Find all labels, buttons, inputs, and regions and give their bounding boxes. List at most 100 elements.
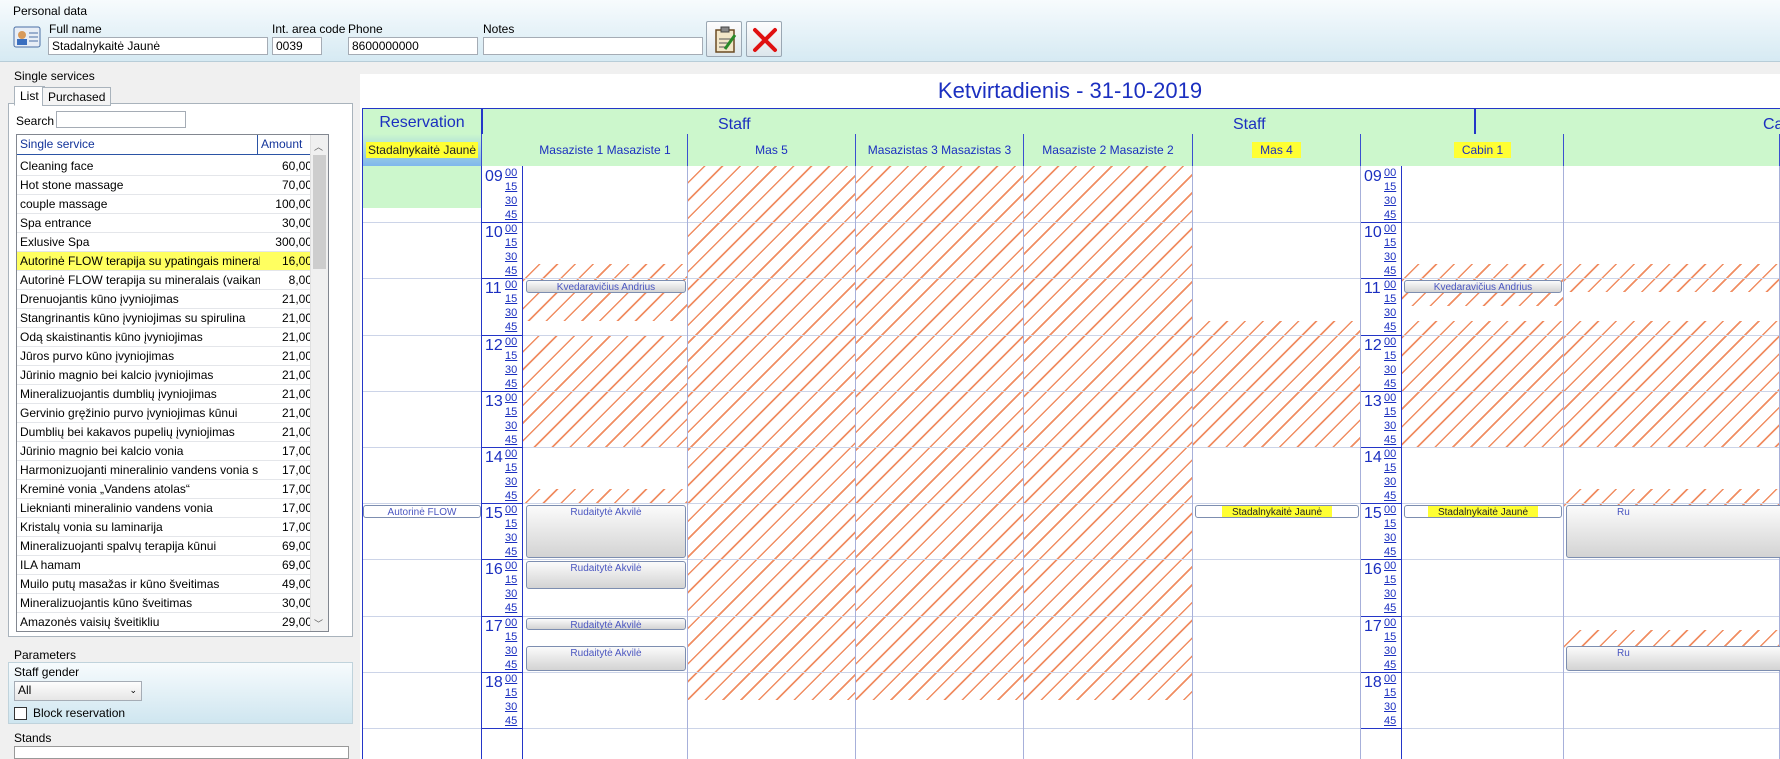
minute-link[interactable]: 15 bbox=[505, 686, 517, 701]
delete-button[interactable] bbox=[746, 21, 782, 57]
service-row[interactable]: couple massage 100,00 bbox=[17, 195, 328, 214]
column-staff-5-header[interactable]: Mas 4 bbox=[1193, 134, 1361, 166]
service-row[interactable]: Autorinė FLOW terapija su mineralais (va… bbox=[17, 271, 328, 290]
minute-link[interactable]: 15 bbox=[1384, 349, 1396, 364]
minute-link[interactable]: 45 bbox=[505, 433, 517, 448]
minute-link[interactable]: 30 bbox=[1384, 250, 1396, 265]
service-row[interactable]: Jūrinio magnio bei kalcio vonia 17,00 bbox=[17, 442, 328, 461]
column-header-amount[interactable]: Amount bbox=[258, 135, 311, 155]
minute-link[interactable]: 30 bbox=[505, 531, 517, 546]
scroll-thumb[interactable] bbox=[313, 155, 326, 269]
column-cabin-2-header[interactable] bbox=[1564, 134, 1780, 166]
services-scrollbar[interactable]: ︿ ﹀ bbox=[310, 135, 328, 631]
minute-link[interactable]: 45 bbox=[505, 714, 517, 729]
block-reservation-checkbox[interactable] bbox=[14, 707, 27, 720]
minute-link[interactable]: 45 bbox=[505, 489, 517, 504]
service-row[interactable]: Mineralizuojantis dumblių įvyniojimas 21,… bbox=[17, 385, 328, 404]
minute-link[interactable]: 15 bbox=[505, 461, 517, 476]
minute-link[interactable]: 00 bbox=[505, 278, 517, 293]
minute-link[interactable]: 15 bbox=[505, 573, 517, 588]
appointment-block[interactable]: Rudaitytė Akvilė bbox=[526, 617, 686, 631]
minute-link[interactable]: 30 bbox=[1384, 194, 1396, 209]
minute-link[interactable]: 00 bbox=[505, 616, 517, 631]
column-header-service[interactable]: Single service bbox=[17, 135, 258, 155]
service-row[interactable]: Muilo putų masažas ir kūno šveitimas 49,0… bbox=[17, 575, 328, 594]
service-row[interactable]: Drenuojantis kūno įvyniojimas 21,00 bbox=[17, 290, 328, 309]
tab-purchased[interactable]: Purchased bbox=[42, 87, 112, 106]
service-row[interactable]: Jūros purvo kūno įvyniojimas 21,00 bbox=[17, 347, 328, 366]
column-staff-1-header[interactable]: Masaziste 1 Masaziste 1 bbox=[523, 134, 688, 166]
service-row[interactable]: Jūrinio magnio bei kalcio įvyniojimas 21,… bbox=[17, 366, 328, 385]
minute-link[interactable]: 30 bbox=[1384, 587, 1396, 602]
minute-link[interactable]: 45 bbox=[1384, 545, 1396, 560]
service-row[interactable]: Gervinio gręžinio purvo įvyniojimas kūnu… bbox=[17, 404, 328, 423]
column-staff-3-header[interactable]: Masazistas 3 Masazistas 3 bbox=[856, 134, 1024, 166]
minute-link[interactable]: 00 bbox=[505, 222, 517, 237]
minute-link[interactable]: 15 bbox=[505, 405, 517, 420]
tab-list[interactable]: List bbox=[14, 86, 45, 106]
scroll-up-icon[interactable]: ︿ bbox=[314, 140, 323, 153]
full-name-input[interactable]: Stadalnykaitė Jaunė bbox=[48, 37, 268, 55]
minute-link[interactable]: 30 bbox=[505, 306, 517, 321]
service-row[interactable]: Spa entrance 30,00 bbox=[17, 214, 328, 233]
minute-link[interactable]: 00 bbox=[1384, 278, 1396, 293]
minute-link[interactable]: 30 bbox=[1384, 475, 1396, 490]
minute-link[interactable]: 30 bbox=[1384, 306, 1396, 321]
minute-link[interactable]: 15 bbox=[505, 292, 517, 307]
service-row[interactable]: Amazonės vaisių šveitikliu 29,00 bbox=[17, 613, 328, 631]
minute-link[interactable]: 00 bbox=[1384, 447, 1396, 462]
minute-link[interactable]: 30 bbox=[505, 475, 517, 490]
minute-link[interactable]: 30 bbox=[505, 250, 517, 265]
edit-notes-button[interactable] bbox=[706, 21, 742, 57]
column-staff-5[interactable] bbox=[1193, 166, 1361, 759]
column-staff-3[interactable] bbox=[856, 166, 1024, 759]
minute-link[interactable]: 15 bbox=[1384, 405, 1396, 420]
appointment-block[interactable]: Kvedaravičius Andrius bbox=[1404, 280, 1562, 294]
appointment-block[interactable]: Rudaitytė Akvilė bbox=[526, 505, 686, 559]
minute-link[interactable]: 30 bbox=[505, 363, 517, 378]
minute-link[interactable]: 00 bbox=[1384, 335, 1396, 350]
minute-link[interactable]: 45 bbox=[1384, 714, 1396, 729]
phone-input[interactable]: 8600000000 bbox=[348, 37, 478, 55]
appointment-block[interactable]: Stadalnykaitė Jaunė bbox=[1195, 505, 1359, 518]
service-row[interactable]: Kristalų vonia su laminarija 17,00 bbox=[17, 518, 328, 537]
minute-link[interactable]: 45 bbox=[505, 264, 517, 279]
column-staff-4[interactable] bbox=[1024, 166, 1193, 759]
appointment-block[interactable]: Ru bbox=[1566, 645, 1780, 671]
minute-link[interactable]: 45 bbox=[505, 320, 517, 335]
stands-grid[interactable] bbox=[14, 746, 349, 759]
minute-link[interactable]: 30 bbox=[1384, 419, 1396, 434]
minute-link[interactable]: 15 bbox=[505, 630, 517, 645]
service-row[interactable]: Cleaning face 60,00 bbox=[17, 157, 328, 176]
minute-link[interactable]: 45 bbox=[505, 545, 517, 560]
minute-link[interactable]: 30 bbox=[1384, 700, 1396, 715]
appointment-block[interactable]: Stadalnykaitė Jaunė bbox=[1404, 505, 1562, 518]
minute-link[interactable]: 15 bbox=[505, 236, 517, 251]
minute-link[interactable]: 00 bbox=[1384, 391, 1396, 406]
appointment-block[interactable]: Ru bbox=[1566, 505, 1780, 559]
minute-link[interactable]: 00 bbox=[505, 335, 517, 350]
minute-link[interactable]: 00 bbox=[505, 672, 517, 687]
service-row[interactable]: Exlusive Spa 300,00 bbox=[17, 233, 328, 252]
appointment-block[interactable]: Rudaitytė Akvilė bbox=[526, 561, 686, 590]
minute-link[interactable]: 15 bbox=[1384, 292, 1396, 307]
minute-link[interactable]: 15 bbox=[1384, 630, 1396, 645]
minute-link[interactable]: 45 bbox=[1384, 601, 1396, 616]
minute-link[interactable]: 00 bbox=[1384, 222, 1396, 237]
minute-link[interactable]: 45 bbox=[505, 377, 517, 392]
service-row[interactable]: Hot stone massage 70,00 bbox=[17, 176, 328, 195]
minute-link[interactable]: 30 bbox=[505, 419, 517, 434]
column-cabin-1[interactable] bbox=[1402, 166, 1564, 759]
minute-link[interactable]: 45 bbox=[1384, 264, 1396, 279]
minute-link[interactable]: 00 bbox=[505, 391, 517, 406]
minute-link[interactable]: 45 bbox=[505, 601, 517, 616]
minute-link[interactable]: 45 bbox=[1384, 489, 1396, 504]
column-staff-2-header[interactable]: Mas 5 bbox=[688, 134, 856, 166]
minute-link[interactable]: 30 bbox=[505, 587, 517, 602]
minute-link[interactable]: 15 bbox=[1384, 461, 1396, 476]
service-row[interactable]: ILA hamam 69,00 bbox=[17, 556, 328, 575]
minute-link[interactable]: 30 bbox=[505, 194, 517, 209]
minute-link[interactable]: 15 bbox=[1384, 573, 1396, 588]
minute-link[interactable]: 00 bbox=[1384, 503, 1396, 518]
column-client[interactable] bbox=[362, 166, 482, 759]
